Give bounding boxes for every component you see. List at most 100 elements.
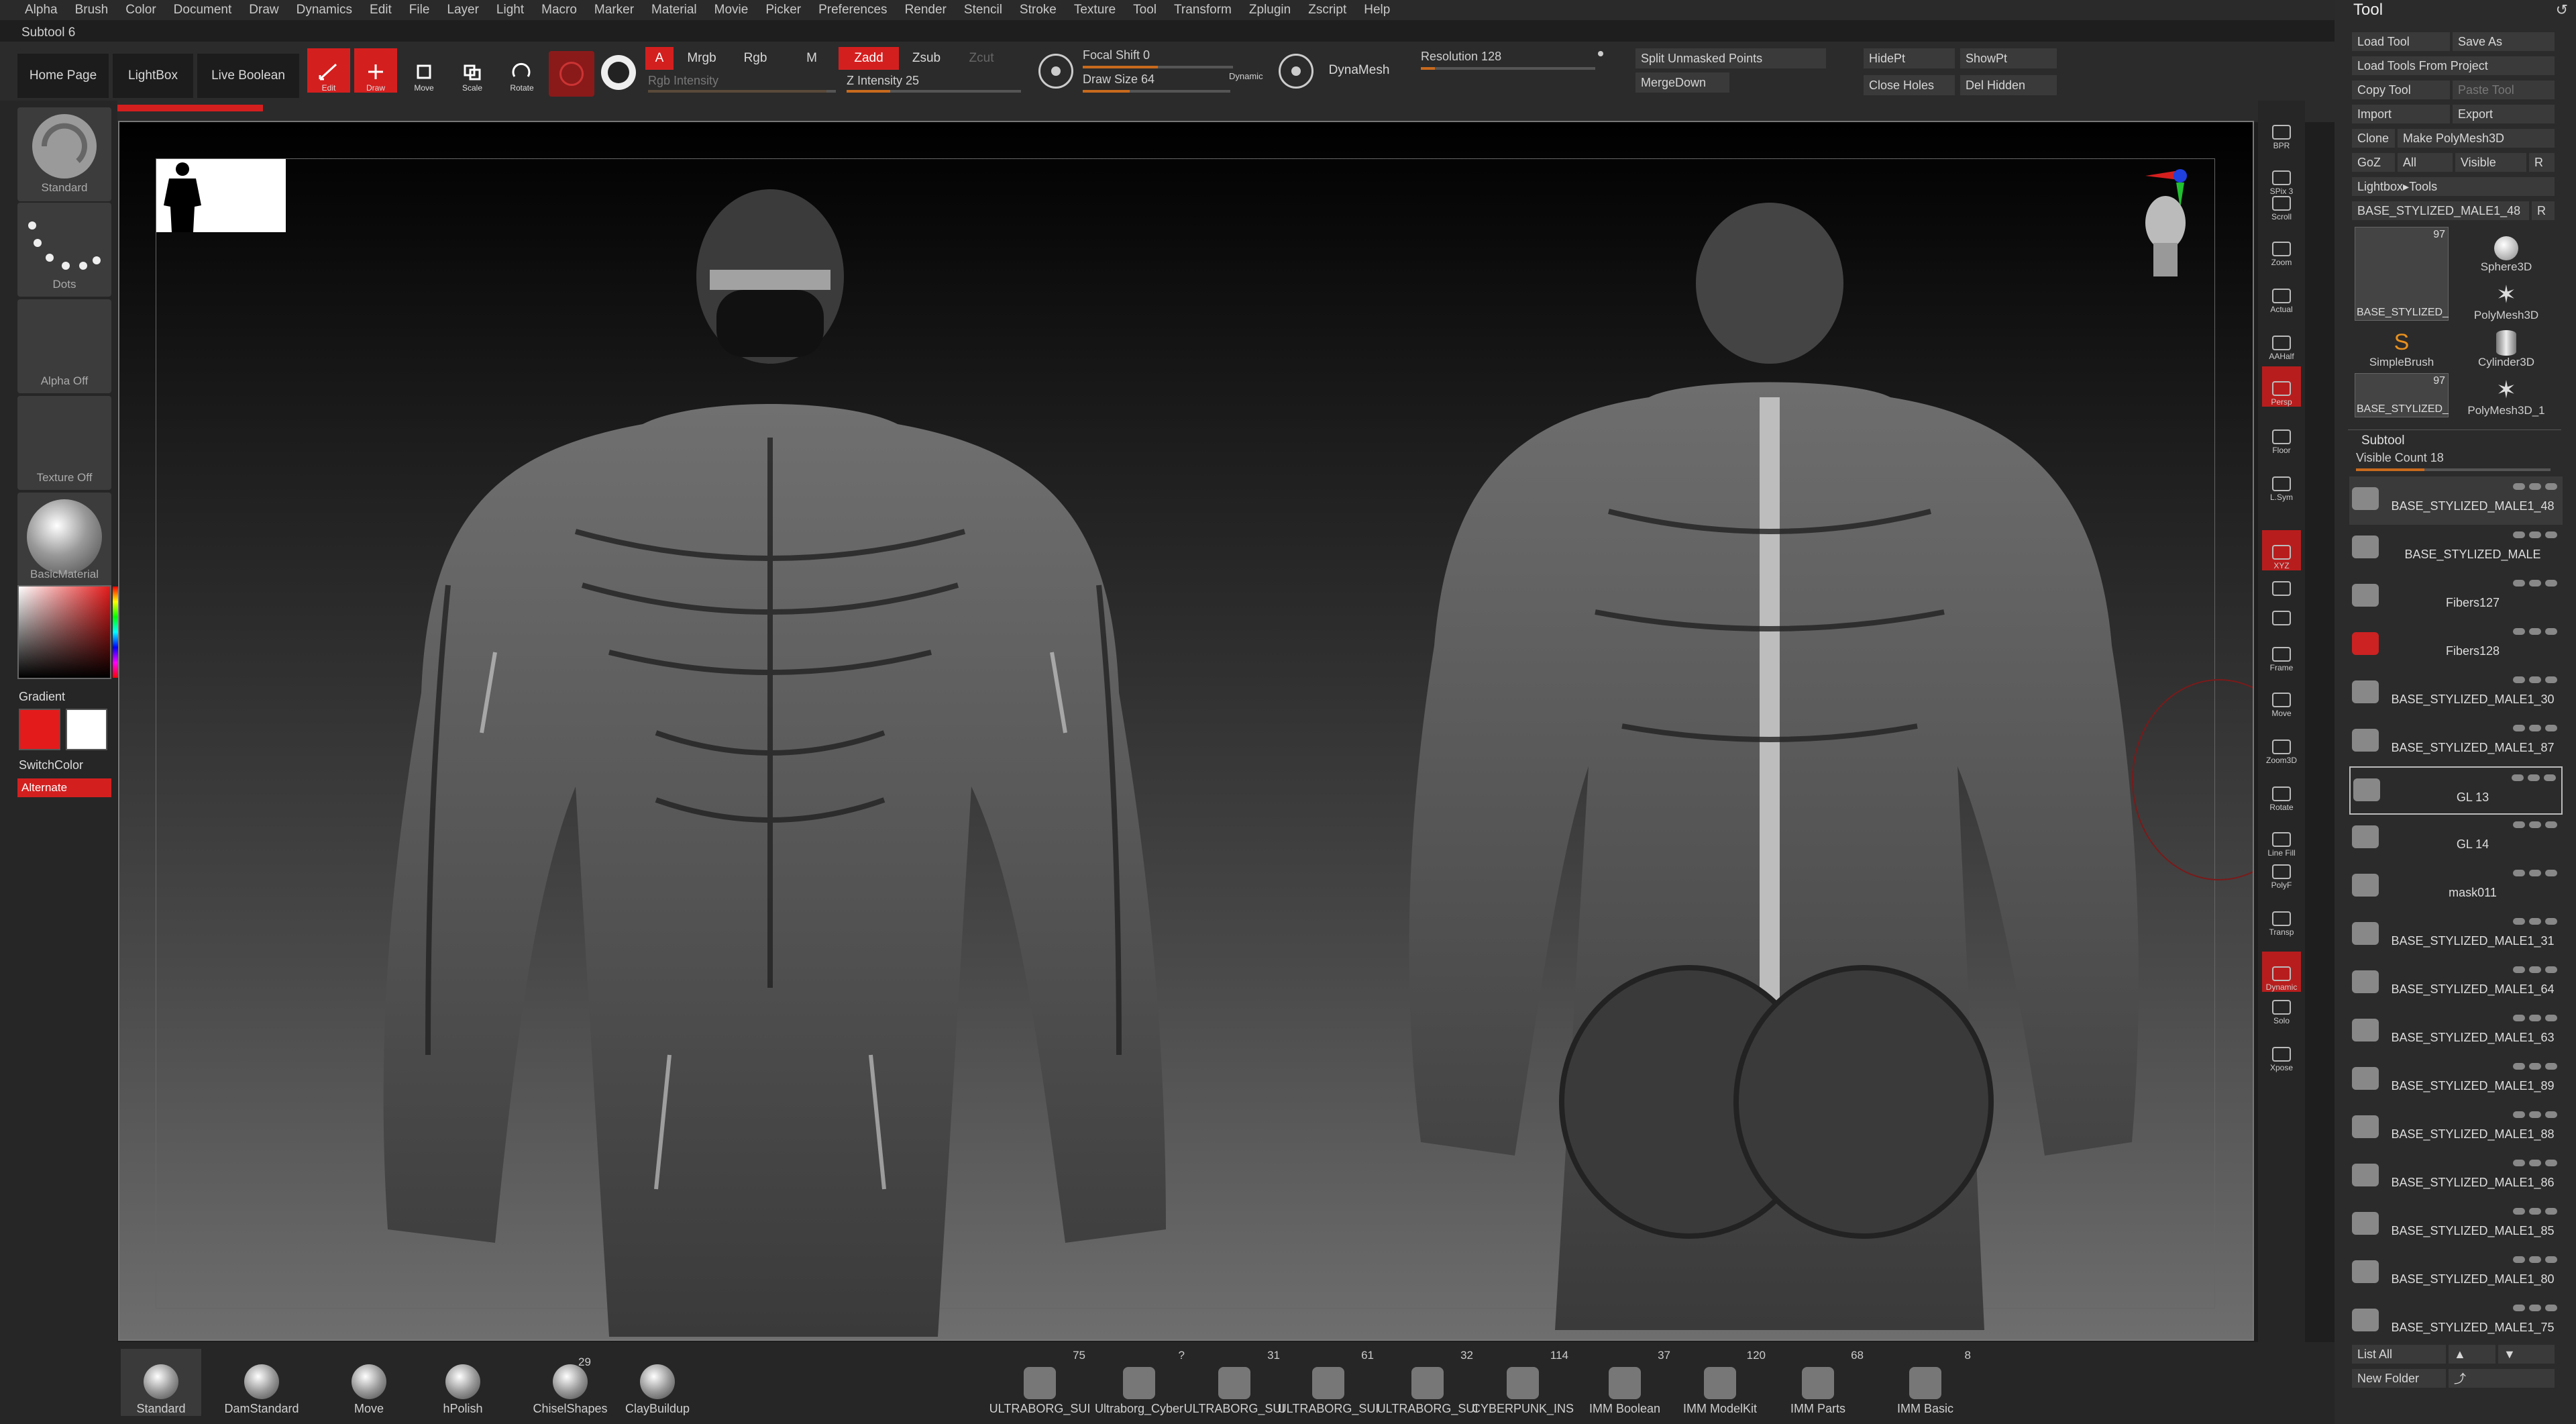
brush-icon[interactable] — [2512, 774, 2524, 781]
insert-mesh-slot[interactable]: ULTRABORG_SUI 31 — [1184, 1349, 1285, 1416]
subtool-row[interactable]: BASE_STYLIZED_MALE1_89 — [2349, 1056, 2563, 1105]
zsub-button[interactable]: Zsub — [903, 47, 950, 70]
paint-icon[interactable] — [2529, 1111, 2541, 1118]
brush-icon[interactable] — [2513, 1063, 2525, 1070]
brush-icon[interactable] — [2513, 1111, 2525, 1118]
draw-size-slider[interactable] — [1083, 90, 1230, 93]
menu-item-file[interactable]: File — [400, 3, 439, 17]
insert-mesh-slot[interactable]: ULTRABORG_SUI 75 — [989, 1349, 1091, 1416]
paint-icon[interactable] — [2529, 870, 2541, 876]
brush-icon[interactable] — [2513, 676, 2525, 683]
export-button[interactable]: Export — [2453, 105, 2555, 123]
subtool-toggles[interactable] — [2513, 1208, 2557, 1215]
menu-item-movie[interactable]: Movie — [706, 3, 757, 17]
paint-icon[interactable] — [2529, 725, 2541, 731]
paint-icon[interactable] — [2529, 1256, 2541, 1263]
tool-thumb-cylinder3d[interactable]: Cylinder3D — [2459, 322, 2553, 369]
eye-icon[interactable] — [2545, 1063, 2557, 1070]
a-button[interactable]: A — [645, 47, 674, 70]
brush-icon[interactable] — [2513, 821, 2525, 828]
subtool-toggles[interactable] — [2513, 918, 2557, 925]
paint-icon[interactable] — [2529, 918, 2541, 925]
subtool-row[interactable]: BASE_STYLIZED_MALE1_87 — [2349, 718, 2563, 766]
paint-icon[interactable] — [2529, 483, 2541, 490]
z-intensity-slider[interactable] — [847, 90, 1021, 93]
folder-icon[interactable]: ⤴ — [2449, 1369, 2555, 1388]
brush-icon[interactable] — [2513, 580, 2525, 587]
right-shelf-button-actual[interactable]: Actual — [2262, 274, 2301, 314]
goz-r-button[interactable]: R — [2529, 153, 2555, 172]
goz-button[interactable]: GoZ — [2352, 153, 2395, 172]
subtool-row[interactable]: BASE_STYLIZED_MALE1_63 — [2349, 1008, 2563, 1056]
subtool-row[interactable]: BASE_STYLIZED_MALE1_31 — [2349, 911, 2563, 960]
insert-mesh-slot[interactable]: ULTRABORG_SUI 32 — [1377, 1349, 1479, 1416]
subtool-toggles[interactable] — [2513, 1160, 2557, 1166]
resolution-dot-icon[interactable] — [1598, 51, 1603, 56]
brush-icon[interactable] — [2513, 966, 2525, 973]
right-shelf-button-rotate[interactable]: Rotate — [2262, 772, 2301, 812]
close-holes-button[interactable]: Close Holes — [1864, 75, 1955, 95]
eye-icon[interactable] — [2545, 580, 2557, 587]
del-hidden-button[interactable]: Del Hidden — [1960, 75, 2057, 95]
eye-icon[interactable] — [2545, 1160, 2557, 1166]
menu-item-document[interactable]: Document — [165, 3, 241, 17]
new-folder-button[interactable]: New Folder — [2352, 1369, 2446, 1388]
load-tools-from-project-button[interactable]: Load Tools From Project — [2352, 56, 2555, 75]
color-picker[interactable] — [17, 585, 125, 679]
brush-slot-damstandard[interactable]: DamStandard — [221, 1349, 302, 1416]
primary-color-swatch[interactable] — [19, 709, 60, 750]
eye-icon[interactable] — [2545, 531, 2557, 538]
menu-item-stroke[interactable]: Stroke — [1011, 3, 1065, 17]
visible-count-slider[interactable] — [2356, 468, 2551, 471]
menu-item-color[interactable]: Color — [117, 3, 164, 17]
paint-icon[interactable] — [2529, 1305, 2541, 1311]
dynamesh-d-icon[interactable] — [1279, 54, 1313, 89]
subtool-toggles[interactable] — [2513, 483, 2557, 490]
scale-button[interactable]: Scale — [451, 48, 494, 93]
focal-s-icon[interactable] — [1038, 54, 1073, 89]
eye-icon[interactable] — [2545, 676, 2557, 683]
paint-icon[interactable] — [2529, 580, 2541, 587]
menu-item-brush[interactable]: Brush — [66, 3, 117, 17]
switchcolor-button[interactable]: SwitchColor — [19, 758, 83, 772]
eye-icon[interactable] — [2545, 1111, 2557, 1118]
brush-icon[interactable] — [2513, 1256, 2525, 1263]
zadd-button[interactable]: Zadd — [839, 47, 899, 70]
draw-button[interactable]: Draw — [354, 48, 397, 93]
paint-icon[interactable] — [2529, 1015, 2541, 1021]
subtool-toggles[interactable] — [2513, 1305, 2557, 1311]
subtool-row[interactable]: Fibers128 — [2349, 621, 2563, 670]
subtool-row[interactable]: BASE_STYLIZED_MALE1_85 — [2349, 1201, 2563, 1250]
right-shelf-button-zoom3d[interactable]: Zoom3D — [2262, 725, 2301, 765]
brush-slot-claybuildup[interactable]: ClayBuildup — [617, 1349, 698, 1416]
insert-mesh-slot[interactable]: CYBERPUNK_INS 114 — [1472, 1349, 1574, 1416]
right-shelf-button-aahalf[interactable]: AAHalf — [2262, 321, 2301, 361]
gradient-label[interactable]: Gradient — [19, 690, 65, 704]
goz-visible-button[interactable]: Visible — [2455, 153, 2526, 172]
rgb-intensity-slider[interactable] — [648, 90, 836, 93]
subtool-row[interactable]: BASE_STYLIZED_MALE — [2349, 525, 2563, 573]
showpt-button[interactable]: ShowPt — [1960, 48, 2057, 68]
right-shelf-button-zoom[interactable]: Zoom — [2262, 227, 2301, 267]
menu-item-tool[interactable]: Tool — [1124, 3, 1165, 17]
save-as-button[interactable]: Save As — [2453, 32, 2555, 51]
move-button[interactable]: Move — [402, 48, 445, 93]
mrgb-button[interactable]: Mrgb — [678, 47, 726, 70]
menu-item-dynamics[interactable]: Dynamics — [288, 3, 361, 17]
clone-button[interactable]: Clone — [2352, 129, 2395, 148]
menu-item-help[interactable]: Help — [1355, 3, 1399, 17]
subtool-section-title[interactable]: Subtool — [2361, 434, 2404, 448]
brush-icon[interactable] — [2513, 1015, 2525, 1021]
front-figure-model[interactable] — [294, 183, 1340, 1337]
insert-mesh-slot[interactable]: IMM ModelKit 120 — [1673, 1349, 1767, 1416]
insert-mesh-slot[interactable]: IMM Boolean 37 — [1578, 1349, 1672, 1416]
viewport-canvas[interactable] — [118, 121, 2254, 1341]
eye-icon[interactable] — [2545, 1256, 2557, 1263]
paint-icon[interactable] — [2529, 1063, 2541, 1070]
eye-icon[interactable] — [2545, 870, 2557, 876]
subtool-toggles[interactable] — [2513, 1256, 2557, 1263]
paint-icon[interactable] — [2529, 531, 2541, 538]
eye-icon[interactable] — [2545, 918, 2557, 925]
m-button[interactable]: M — [798, 47, 825, 70]
subtool-toggles[interactable] — [2513, 580, 2557, 587]
